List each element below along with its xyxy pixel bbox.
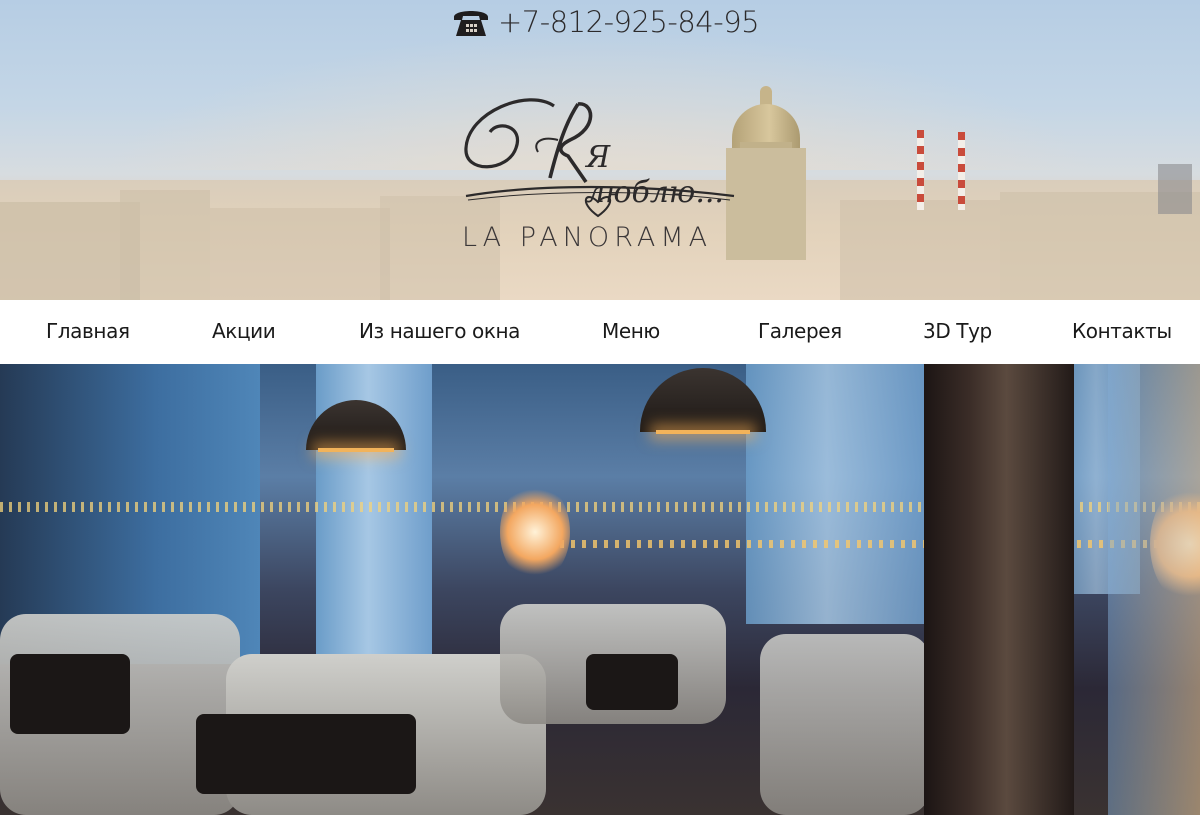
candle-glow: [500, 482, 570, 582]
nav-item-gallery[interactable]: Галерея: [758, 319, 842, 343]
cushion: [10, 654, 130, 734]
restaurant-photo: [0, 364, 1200, 815]
logo-brand: LA PANORAMA: [462, 222, 713, 253]
telephone-icon: [452, 6, 490, 38]
nav-item-menu[interactable]: Меню: [602, 319, 660, 343]
nav-item-3d-tour[interactable]: 3D Тур: [923, 319, 992, 343]
nav-item-home[interactable]: Главная: [46, 319, 130, 343]
hero-banner: +7-812-925-84-95 Я люблю... LA PANORAMA: [0, 0, 1200, 300]
sofa: [760, 634, 930, 815]
logo-script-text: Я люблю...: [586, 140, 724, 210]
main-nav: Главная Акции Из нашего окна Меню Галере…: [0, 300, 1200, 364]
cushion: [196, 714, 416, 794]
lamp-light: [656, 430, 750, 434]
city-lights-far: [560, 540, 1180, 548]
nav-item-window-view[interactable]: Из нашего окна: [359, 319, 520, 343]
lamp-light: [318, 448, 394, 452]
chimney: [958, 132, 965, 210]
cushion: [586, 654, 678, 710]
phone-number: +7-812-925-84-95: [498, 5, 760, 39]
pillar: [746, 364, 926, 624]
nav-item-contacts[interactable]: Контакты: [1072, 319, 1172, 343]
window-light: [1108, 364, 1200, 815]
chimney: [917, 130, 924, 210]
header-phone[interactable]: +7-812-925-84-95: [452, 2, 760, 42]
curtain: [924, 364, 1074, 815]
nav-item-promos[interactable]: Акции: [212, 319, 276, 343]
